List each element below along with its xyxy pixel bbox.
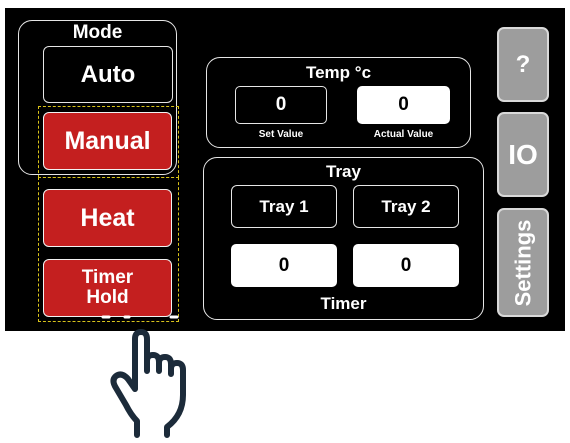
help-button[interactable]: ? bbox=[497, 27, 549, 102]
settings-label: Settings bbox=[510, 219, 536, 306]
tray-1-timer: 0 bbox=[231, 244, 337, 287]
mode-title: Mode bbox=[72, 22, 123, 43]
set-value-label: Set Value bbox=[258, 129, 304, 140]
io-button[interactable]: IO bbox=[497, 112, 549, 197]
temp-set-value[interactable]: 0 bbox=[235, 86, 327, 124]
tray-2-timer: 0 bbox=[353, 244, 459, 287]
hand-pointer-icon bbox=[101, 315, 186, 438]
auto-button[interactable]: Auto bbox=[43, 46, 173, 103]
settings-button[interactable]: Settings bbox=[497, 208, 549, 317]
tray-title: Tray bbox=[326, 162, 361, 181]
tray-1-button[interactable]: Tray 1 bbox=[231, 185, 337, 228]
temp-title: Temp °c bbox=[305, 63, 372, 82]
temp-actual-value: 0 bbox=[357, 86, 450, 124]
actual-value-label: Actual Value bbox=[373, 129, 434, 140]
control-panel: Mode Auto Manual Heat Timer Hold Temp °c… bbox=[5, 8, 565, 331]
timer-label: Timer bbox=[320, 294, 367, 313]
selection-outline-bottom bbox=[38, 177, 179, 322]
tray-2-button[interactable]: Tray 2 bbox=[353, 185, 459, 228]
selection-outline-top bbox=[38, 106, 179, 178]
